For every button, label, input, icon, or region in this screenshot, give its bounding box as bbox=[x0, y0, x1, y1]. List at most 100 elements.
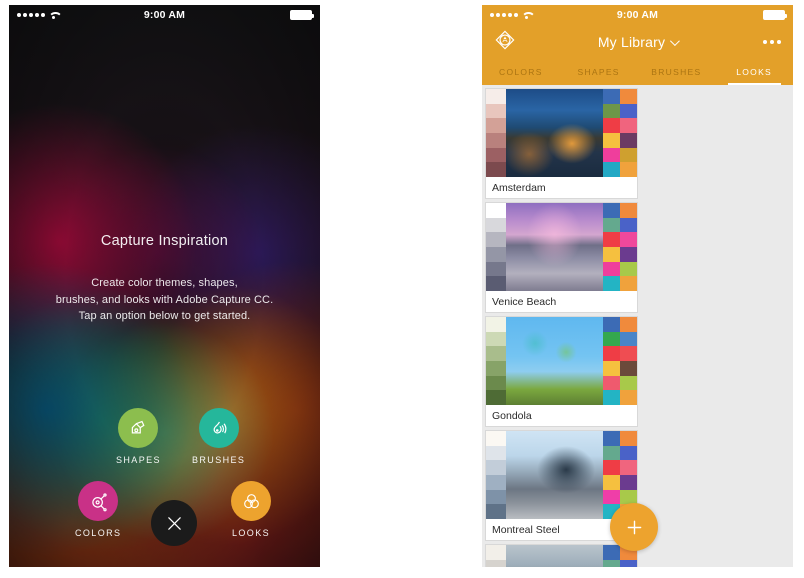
color-swatch bbox=[620, 232, 637, 247]
tone-swatch bbox=[486, 217, 506, 233]
shapes-bubble[interactable] bbox=[118, 408, 159, 448]
tone-swatch bbox=[486, 276, 506, 292]
tone-swatch bbox=[486, 317, 506, 332]
color-swatch bbox=[603, 162, 620, 177]
color-swatch bbox=[603, 276, 620, 291]
look-photo bbox=[506, 89, 603, 177]
recycle-aperture-icon bbox=[495, 30, 515, 49]
color-swatch bbox=[620, 89, 637, 104]
tone-swatch bbox=[486, 346, 506, 362]
color-swatch bbox=[603, 431, 620, 446]
looks-bubble[interactable] bbox=[231, 481, 271, 521]
tab-looks[interactable]: LOOKS bbox=[715, 59, 793, 85]
color-swatch bbox=[620, 460, 637, 475]
color-swatch bbox=[603, 445, 620, 461]
right-phone-screen: 9:00 AM My Library COLORS SHAPES BRUSHES… bbox=[482, 5, 793, 567]
look-photo bbox=[506, 431, 603, 519]
color-swatch bbox=[603, 147, 620, 163]
color-swatch bbox=[603, 460, 620, 475]
tone-strip bbox=[486, 317, 506, 406]
recycle-aperture-button[interactable] bbox=[494, 29, 516, 56]
library-title-button[interactable]: My Library bbox=[516, 34, 759, 50]
look-card-label: Gondola bbox=[486, 405, 637, 426]
color-swatch bbox=[603, 375, 620, 391]
look-card-media bbox=[486, 317, 637, 406]
brushes-button[interactable]: BRUSHES bbox=[192, 408, 245, 465]
library-header: 9:00 AM My Library COLORS SHAPES BRUSHES… bbox=[482, 5, 793, 85]
color-swatch bbox=[620, 317, 637, 332]
tone-swatch bbox=[486, 475, 506, 490]
action-buttons-group: SHAPES BRUSHES COLORS LOOKS bbox=[9, 5, 320, 567]
look-card[interactable]: Amsterdam bbox=[485, 88, 638, 199]
close-icon bbox=[167, 516, 181, 530]
tone-swatch bbox=[486, 232, 506, 248]
tone-strip bbox=[486, 89, 506, 178]
tone-swatch bbox=[486, 331, 506, 347]
shapes-button[interactable]: SHAPES bbox=[116, 408, 161, 465]
look-card-media bbox=[486, 545, 637, 567]
plus-icon bbox=[627, 520, 641, 534]
tab-shapes[interactable]: SHAPES bbox=[560, 59, 638, 85]
tone-strip bbox=[486, 431, 506, 520]
colors-icon bbox=[91, 492, 107, 511]
color-swatch bbox=[603, 217, 620, 233]
brushes-bubble[interactable] bbox=[198, 408, 239, 448]
tone-strip bbox=[486, 203, 506, 292]
navigation-bar: My Library bbox=[482, 25, 793, 59]
left-status-time: 9:00 AM bbox=[143, 9, 186, 21]
color-swatch bbox=[620, 346, 637, 361]
color-swatch bbox=[603, 103, 620, 119]
right-status-bar: 9:00 AM bbox=[482, 5, 793, 25]
color-swatch bbox=[620, 261, 637, 277]
look-card[interactable]: NYC morning bbox=[485, 544, 638, 567]
look-card-label: Amsterdam bbox=[486, 177, 637, 198]
color-swatch bbox=[603, 545, 620, 560]
tab-brushes[interactable]: BRUSHES bbox=[638, 59, 716, 85]
look-card[interactable]: Venice Beach bbox=[485, 202, 638, 313]
color-swatch bbox=[620, 445, 637, 461]
color-swatch bbox=[603, 89, 620, 104]
look-photo bbox=[506, 317, 603, 405]
tone-swatch bbox=[486, 203, 506, 218]
color-swatch-grid bbox=[603, 203, 637, 291]
tone-swatch bbox=[486, 261, 506, 277]
color-swatch bbox=[620, 103, 637, 119]
color-swatch bbox=[620, 162, 637, 177]
color-swatch bbox=[603, 331, 620, 347]
look-card-media bbox=[486, 203, 637, 292]
looks-grid[interactable]: Amsterdam Venice Beach Gondola Montreal Ste… bbox=[482, 85, 793, 567]
color-swatch bbox=[603, 132, 620, 148]
tone-swatch bbox=[486, 247, 506, 262]
colors-label: COLORS bbox=[75, 528, 122, 538]
color-swatch bbox=[620, 559, 637, 567]
color-swatch bbox=[620, 276, 637, 291]
color-swatch bbox=[620, 375, 637, 391]
look-card-label: Venice Beach bbox=[486, 291, 637, 312]
colors-button[interactable]: COLORS bbox=[75, 481, 121, 538]
tone-swatch bbox=[486, 460, 506, 476]
look-card[interactable]: Gondola bbox=[485, 316, 638, 427]
add-look-fab[interactable] bbox=[610, 503, 658, 551]
color-swatch-grid bbox=[603, 317, 637, 405]
shapes-icon bbox=[131, 420, 145, 433]
tab-colors[interactable]: COLORS bbox=[482, 59, 560, 85]
colors-bubble[interactable] bbox=[78, 481, 119, 521]
color-swatch bbox=[603, 390, 620, 405]
color-swatch bbox=[603, 118, 620, 133]
look-card-media bbox=[486, 89, 637, 178]
tone-swatch bbox=[486, 361, 506, 376]
tone-swatch bbox=[486, 431, 506, 446]
color-swatch bbox=[603, 261, 620, 277]
close-button[interactable] bbox=[151, 500, 197, 546]
color-swatch bbox=[603, 317, 620, 332]
library-tabs: COLORS SHAPES BRUSHES LOOKS bbox=[482, 59, 793, 85]
tone-swatch bbox=[486, 445, 506, 461]
color-swatch bbox=[620, 431, 637, 446]
tone-swatch bbox=[486, 103, 506, 119]
tone-strip bbox=[486, 545, 506, 567]
looks-button[interactable]: LOOKS bbox=[231, 481, 271, 538]
color-swatch bbox=[620, 147, 637, 163]
right-status-battery bbox=[763, 10, 787, 20]
more-options-icon[interactable] bbox=[759, 40, 781, 44]
look-card-media bbox=[486, 431, 637, 520]
